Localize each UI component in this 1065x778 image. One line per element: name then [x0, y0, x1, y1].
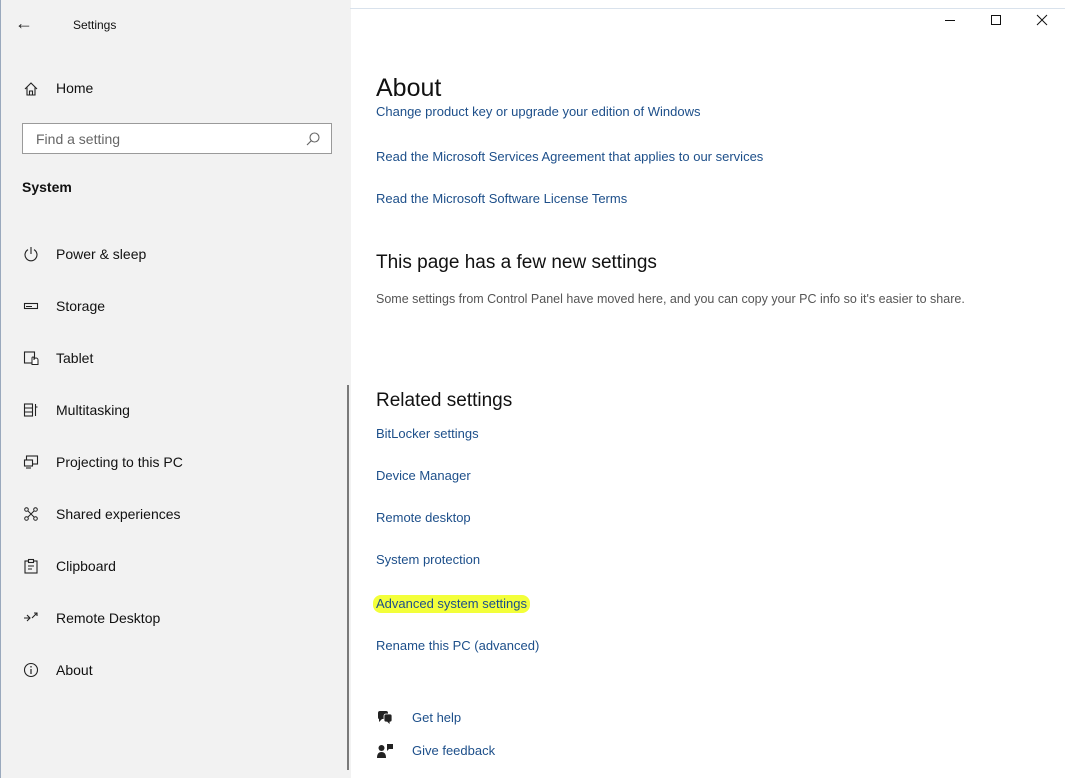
sidebar-item-shared-experiences[interactable]: Shared experiences [1, 488, 351, 540]
sidebar-item-label: Tablet [56, 350, 94, 366]
sidebar-item-tablet[interactable]: Tablet [1, 332, 351, 384]
power-icon [21, 244, 41, 264]
sidebar-item-projecting[interactable]: Projecting to this PC [1, 436, 351, 488]
back-arrow-icon[interactable]: ← [15, 14, 35, 34]
sidebar-item-label: Home [56, 80, 94, 96]
sidebar-item-clipboard[interactable]: Clipboard [1, 540, 351, 592]
sidebar-item-label: About [56, 662, 93, 678]
system-protection-link[interactable]: System protection [376, 552, 480, 567]
sidebar-item-label: Storage [56, 298, 106, 314]
home-icon [21, 79, 41, 99]
sidebar-item-remote-desktop[interactable]: Remote Desktop [1, 592, 351, 644]
multitasking-icon [21, 400, 41, 420]
sidebar: ← Settings Home System Power & sleep Sto… [0, 0, 351, 778]
give-feedback-icon [376, 742, 394, 760]
tablet-icon [21, 348, 41, 368]
search-input[interactable] [23, 124, 306, 153]
license-terms-link[interactable]: Read the Microsoft Software License Term… [376, 191, 627, 206]
sidebar-item-label: Power & sleep [56, 246, 147, 262]
sidebar-item-label: Shared experiences [56, 506, 181, 522]
remote-desktop-icon [21, 608, 41, 628]
give-feedback-link[interactable]: Give feedback [412, 743, 495, 758]
new-settings-heading: This page has a few new settings [376, 252, 657, 273]
projecting-icon [21, 452, 41, 472]
sidebar-item-about[interactable]: About [1, 644, 351, 696]
bitlocker-settings-link[interactable]: BitLocker settings [376, 426, 479, 441]
advanced-system-settings-link[interactable]: Advanced system settings [373, 595, 531, 613]
rename-pc-link[interactable]: Rename this PC (advanced) [376, 638, 539, 653]
window-title: Settings [73, 18, 117, 32]
remote-desktop-link[interactable]: Remote desktop [376, 510, 471, 525]
give-feedback-row[interactable]: Give feedback [376, 741, 536, 763]
sidebar-item-label: Clipboard [56, 558, 116, 574]
device-manager-link[interactable]: Device Manager [376, 468, 471, 483]
sidebar-item-label: Remote Desktop [56, 610, 161, 626]
sidebar-item-multitasking[interactable]: Multitasking [1, 384, 351, 436]
related-settings-heading: Related settings [376, 390, 513, 411]
services-agreement-link[interactable]: Read the Microsoft Services Agreement th… [376, 149, 763, 164]
section-title: System [22, 179, 72, 195]
get-help-link[interactable]: Get help [412, 710, 461, 725]
title-bar: ← Settings [1, 0, 351, 40]
search-icon[interactable] [305, 131, 321, 147]
sidebar-scrollbar[interactable] [347, 385, 349, 770]
new-settings-description: Some settings from Control Panel have mo… [376, 292, 965, 306]
sidebar-item-label: Multitasking [56, 402, 130, 418]
storage-icon [21, 296, 41, 316]
shared-experiences-icon [21, 504, 41, 524]
sidebar-item-power-sleep[interactable]: Power & sleep [1, 228, 351, 280]
sidebar-item-home[interactable]: Home [1, 74, 351, 104]
clipboard-icon [21, 556, 41, 576]
search-box[interactable] [22, 123, 332, 154]
get-help-icon [376, 709, 394, 727]
change-product-key-link[interactable]: Change product key or upgrade your editi… [376, 106, 700, 120]
info-icon [21, 660, 41, 680]
sidebar-nav: Power & sleep Storage Tablet Multitaskin… [1, 228, 351, 696]
sidebar-item-storage[interactable]: Storage [1, 280, 351, 332]
page-title: About [376, 74, 442, 102]
main-content: About Change product key or upgrade your… [373, 0, 1056, 778]
get-help-row[interactable]: Get help [376, 708, 536, 730]
sidebar-item-label: Projecting to this PC [56, 454, 183, 470]
